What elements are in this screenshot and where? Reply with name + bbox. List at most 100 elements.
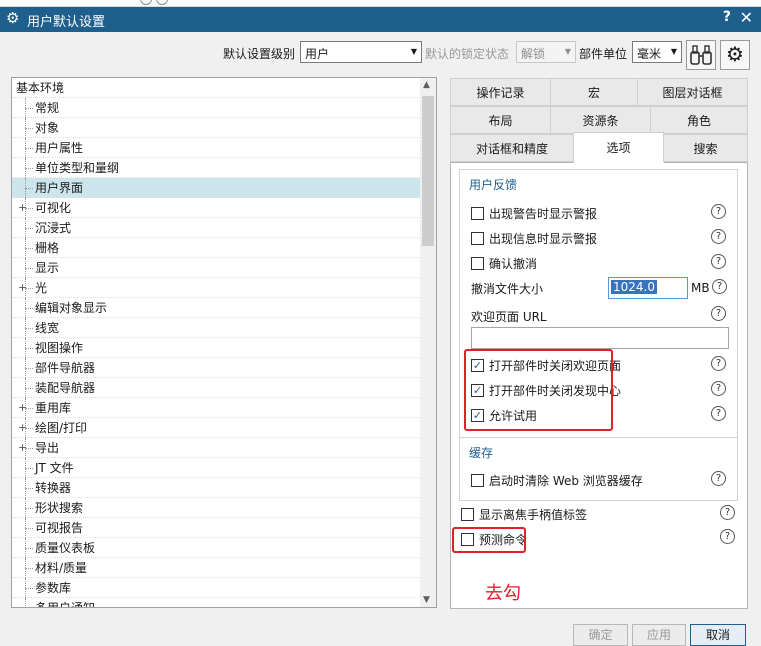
tree-item[interactable]: JT 文件 [12,458,422,478]
help-button[interactable]: ? [723,9,731,25]
tree-guide-line [25,188,33,189]
tree-item[interactable]: 对象 [12,118,422,138]
level-select[interactable]: 用户 ▼ [300,41,422,63]
tree-item[interactable]: 常规 [12,98,422,118]
chevron-down-icon: ▼ [670,47,677,56]
welcome-url-label: 欢迎页面 URL [471,310,547,324]
tab-layer-dialog[interactable]: 图层对话框 [637,78,748,106]
tree-item-label: 材料/质量 [35,561,88,575]
tree-item[interactable]: 线宽 [12,318,422,338]
tree-scrollbar[interactable]: ▲ ▼ [420,78,436,607]
checkbox-box[interactable] [471,207,484,220]
expand-icon[interactable]: + [18,198,27,218]
help-icon[interactable]: ? [711,406,726,421]
tree-item[interactable]: 沉浸式 [12,218,422,238]
scroll-down-icon[interactable]: ▼ [423,595,430,605]
tree-item[interactable]: 部件导航器 [12,358,422,378]
tree-item-label: 单位类型和量纲 [35,161,120,175]
tree-item[interactable]: + 导出 [12,438,422,458]
help-icon[interactable]: ? [712,279,727,294]
unit-select[interactable]: 毫米 ▼ [632,41,682,63]
tree-item-label: 部件导航器 [35,361,96,375]
tree-item[interactable]: + 绘图/打印 [12,418,422,438]
tab-search[interactable]: 搜索 [663,134,748,162]
tree-item[interactable]: 材料/质量 [12,558,422,578]
tree-item[interactable]: 单位类型和量纲 [12,158,422,178]
tree-item[interactable]: 用户界面 [12,178,422,198]
tree-item-label: 视图操作 [35,341,84,355]
expand-icon[interactable]: + [18,278,27,298]
tree-item-label: 转换器 [35,481,72,495]
checkbox-box[interactable] [461,508,474,521]
help-icon[interactable]: ? [711,356,726,371]
tree-item-label: 导出 [35,441,60,455]
tree-item-label: 用户属性 [35,141,84,155]
checkbox-box[interactable] [471,474,484,487]
tab-options[interactable]: 选项 [573,132,664,163]
tree-guide-line [25,248,33,249]
category-tree[interactable]: 基本环境 常规 对象用户属性单位类型和量纲用户界面 + 可视化 沉浸式 栅格 显示 + 光编辑对象… [11,77,437,608]
help-icon[interactable]: ? [711,381,726,396]
undo-size-input[interactable]: 1024.0 [608,277,688,299]
tree-item[interactable]: 显示 [12,258,422,278]
welcome-url-input[interactable] [471,327,729,349]
help-icon[interactable]: ? [711,204,726,219]
expand-icon[interactable]: + [18,398,27,418]
tree-item[interactable]: 视图操作 [12,338,422,358]
tree-item[interactable]: 转换器 [12,478,422,498]
tree-guide-line [25,128,33,129]
cancel-button[interactable]: 取消 [690,624,746,646]
tree-item[interactable]: 质量仪表板 [12,538,422,558]
tree-item[interactable]: 多用户通知 [12,598,422,607]
help-icon[interactable]: ? [720,529,735,544]
tree-item[interactable]: 参数库 [12,578,422,598]
tree-item[interactable]: + 可视化 [12,198,422,218]
tree-item-label: 参数库 [35,581,72,595]
tree-guide-line [25,348,33,349]
scroll-up-icon[interactable]: ▲ [423,80,430,90]
help-icon[interactable]: ? [711,471,726,486]
ok-button[interactable]: 确定 [573,624,628,646]
unit-label: 部件单位 [579,47,628,61]
tree-item[interactable]: 用户属性 [12,138,422,158]
settings-button[interactable]: ⚙ [720,40,750,70]
scroll-thumb[interactable] [422,96,434,246]
tab-layout[interactable]: 布局 [450,106,551,134]
show-defocus-label: 显示离焦手柄值标签 [479,508,588,522]
tree-guide-line [25,308,33,309]
undo-size-label: 撤消文件大小 [471,282,544,296]
tree-item[interactable]: 栅格 [12,238,422,258]
tree-item[interactable]: 基本环境 [12,78,422,98]
checkbox-box[interactable] [471,257,484,270]
help-icon[interactable]: ? [720,505,735,520]
tree-item[interactable]: + 光 [12,278,422,298]
tree-item[interactable]: + 重用库 [12,398,422,418]
tree-item-label: JT 文件 [35,461,74,475]
tree-item[interactable]: 可视报告 [12,518,422,538]
tree-item[interactable]: 编辑对象显示 [12,298,422,318]
help-icon[interactable]: ? [711,229,726,244]
tree-item-label: 形状搜索 [35,501,84,515]
close-button[interactable]: ✕ [740,8,753,27]
apply-button[interactable]: 应用 [632,624,686,646]
find-button[interactable] [686,40,716,70]
info-alert-label: 出现信息时显示警报 [489,232,598,246]
tab-dialog-precision[interactable]: 对话框和精度 [450,134,574,162]
confirm-undo-label: 确认撤消 [489,257,538,271]
expand-icon[interactable]: + [18,418,27,438]
tree-item[interactable]: 形状搜索 [12,498,422,518]
checkbox-box[interactable] [471,232,484,245]
annotation-text: 去勾 [485,583,521,604]
help-icon[interactable]: ? [711,306,726,321]
tree-item[interactable]: 装配导航器 [12,378,422,398]
tree-guide-line [25,598,26,607]
help-icon[interactable]: ? [711,254,726,269]
tree-guide-line [25,328,33,329]
parent-toolbar-icons [140,0,190,5]
tree-guide-line [25,528,33,529]
tab-resource-bar[interactable]: 资源条 [550,106,651,134]
tab-role[interactable]: 角色 [650,106,748,134]
tab-macro[interactable]: 宏 [550,78,638,106]
tab-operation-log[interactable]: 操作记录 [450,78,551,106]
expand-icon[interactable]: + [18,438,27,458]
